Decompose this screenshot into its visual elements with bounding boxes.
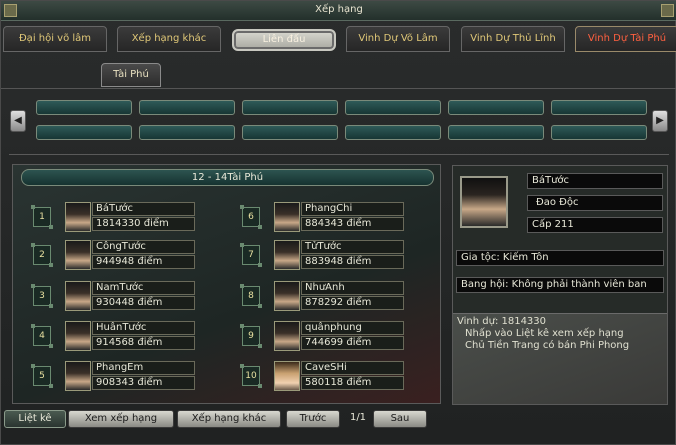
info-note: Nhấp vào Liệt kê xem xếp hạng xyxy=(465,328,624,339)
player-score: 580118 điểm xyxy=(301,376,404,390)
filter-slot[interactable] xyxy=(242,100,338,115)
filter-slot[interactable] xyxy=(36,100,132,115)
avatar xyxy=(65,281,91,311)
filter-slot[interactable] xyxy=(551,100,647,115)
rank-number: 2 xyxy=(31,243,53,267)
ranking-list: 12 - 14Tài Phú 1 BáTước 1814330 điểm 2 C… xyxy=(12,164,441,404)
info-clan: Gia tộc: Kiếm Tôn xyxy=(456,250,664,266)
divider xyxy=(9,154,669,155)
category-tabs: Đại hội võ lâm Xếp hạng khác Liên đấu Vi… xyxy=(1,26,676,54)
arrow-left-icon[interactable]: ◀ xyxy=(10,110,26,132)
player-name: CôngTước xyxy=(92,240,195,254)
other-ranking-button[interactable]: Xếp hạng khác xyxy=(177,410,281,428)
filter-slot[interactable] xyxy=(448,100,544,115)
player-score: 878292 điểm xyxy=(301,296,404,310)
tab-xep-hang-khac[interactable]: Xếp hạng khác xyxy=(117,26,221,52)
rank-number: 4 xyxy=(31,324,53,348)
filter-slot[interactable] xyxy=(345,100,441,115)
avatar xyxy=(274,321,300,351)
avatar xyxy=(65,202,91,232)
rank-entry[interactable]: 5 PhangEm 908343 điểm xyxy=(31,360,233,392)
next-button[interactable]: Sau xyxy=(373,410,427,428)
player-name: CaveSHi xyxy=(301,361,404,375)
rank-entry[interactable]: 10 CaveSHi 580118 điểm xyxy=(240,360,442,392)
filter-slot[interactable] xyxy=(551,125,647,140)
rank-entry[interactable]: 1 BáTước 1814330 điểm xyxy=(31,201,233,233)
rank-number: 7 xyxy=(240,243,262,267)
filter-slots: ◀ ▶ xyxy=(1,93,676,151)
tab-vinh-du-thu-linh[interactable]: Vinh Dự Thủ Lĩnh xyxy=(461,26,565,52)
player-info-panel: BáTước Đao Độc Cấp 211 Gia tộc: Kiếm Tôn… xyxy=(452,165,668,405)
list-button[interactable]: Liệt kê xyxy=(4,410,66,428)
player-name: quânphung xyxy=(301,321,404,335)
filter-slot[interactable] xyxy=(36,125,132,140)
avatar xyxy=(65,361,91,391)
player-score: 1814330 điểm xyxy=(92,217,195,231)
ranking-window: Xếp hạng Đại hội võ lâm Xếp hạng khác Li… xyxy=(0,0,676,445)
info-level: Cấp 211 xyxy=(527,217,663,233)
filter-slot[interactable] xyxy=(139,125,235,140)
info-note: Chủ Tiền Trang có bán Phi Phong xyxy=(465,340,630,351)
rank-number: 8 xyxy=(240,284,262,308)
rank-entry[interactable]: 7 TửTước 883948 điểm xyxy=(240,239,442,271)
info-honor: Vinh dự: 1814330 xyxy=(457,316,547,327)
info-guild: Bang hội: Không phải thành viên ban xyxy=(456,277,664,293)
title-bar: Xếp hạng xyxy=(1,1,676,21)
rank-entry[interactable]: 2 CôngTước 944948 điểm xyxy=(31,239,233,271)
player-score: 744699 điểm xyxy=(301,336,404,350)
page-indicator: 1/1 xyxy=(349,412,367,423)
selected-avatar xyxy=(460,176,508,228)
ranking-header: 12 - 14Tài Phú xyxy=(21,169,434,186)
info-notes: Vinh dự: 1814330 Nhấp vào Liệt kê xem xế… xyxy=(453,313,667,404)
filter-slot[interactable] xyxy=(242,125,338,140)
rank-entry[interactable]: 9 quânphung 744699 điểm xyxy=(240,320,442,352)
player-name: PhangChi xyxy=(301,202,404,216)
rank-number: 1 xyxy=(31,205,53,229)
avatar xyxy=(65,321,91,351)
player-name: NamTước xyxy=(92,281,195,295)
subtab-tai-phu[interactable]: Tài Phú xyxy=(101,63,161,87)
avatar xyxy=(274,281,300,311)
filter-slot[interactable] xyxy=(345,125,441,140)
info-faction: Đao Độc xyxy=(527,195,663,211)
player-score: 884343 điểm xyxy=(301,217,404,231)
arrow-right-icon[interactable]: ▶ xyxy=(652,110,668,132)
rank-number: 5 xyxy=(31,364,53,388)
player-name: HuânTước xyxy=(92,321,195,335)
window-title: Xếp hạng xyxy=(315,4,363,15)
rank-entry[interactable]: 4 HuânTước 914568 điểm xyxy=(31,320,233,352)
tab-vinh-du-tai-phu[interactable]: Vinh Dự Tài Phú xyxy=(575,26,676,52)
player-name: TửTước xyxy=(301,240,404,254)
rank-number: 9 xyxy=(240,324,262,348)
rank-number: 10 xyxy=(240,364,262,388)
filter-slot[interactable] xyxy=(139,100,235,115)
player-score: 883948 điểm xyxy=(301,255,404,269)
player-score: 914568 điểm xyxy=(92,336,195,350)
sub-tab-bar: Tài Phú xyxy=(1,56,676,89)
filter-slot[interactable] xyxy=(448,125,544,140)
player-name: BáTước xyxy=(92,202,195,216)
view-ranking-button[interactable]: Xem xếp hạng xyxy=(68,410,174,428)
rank-number: 3 xyxy=(31,284,53,308)
tab-dai-hoi-vo-lam[interactable]: Đại hội võ lâm xyxy=(3,26,107,52)
player-name: PhangEm xyxy=(92,361,195,375)
player-score: 908343 điểm xyxy=(92,376,195,390)
avatar xyxy=(274,202,300,232)
avatar xyxy=(274,240,300,270)
player-score: 944948 điểm xyxy=(92,255,195,269)
rank-entry[interactable]: 8 NhưAnh 878292 điểm xyxy=(240,280,442,312)
rank-entry[interactable]: 3 NamTước 930448 điểm xyxy=(31,280,233,312)
info-name: BáTước xyxy=(527,173,663,189)
player-name: NhưAnh xyxy=(301,281,404,295)
rank-number: 6 xyxy=(240,205,262,229)
avatar xyxy=(65,240,91,270)
tab-vinh-du-vo-lam[interactable]: Vinh Dự Võ Lâm xyxy=(346,26,450,52)
prev-button[interactable]: Trước xyxy=(286,410,340,428)
avatar xyxy=(274,361,300,391)
rank-entry[interactable]: 6 PhangChi 884343 điểm xyxy=(240,201,442,233)
close-icon[interactable] xyxy=(661,4,674,17)
player-score: 930448 điểm xyxy=(92,296,195,310)
tab-lien-dau[interactable]: Liên đấu xyxy=(232,29,336,51)
